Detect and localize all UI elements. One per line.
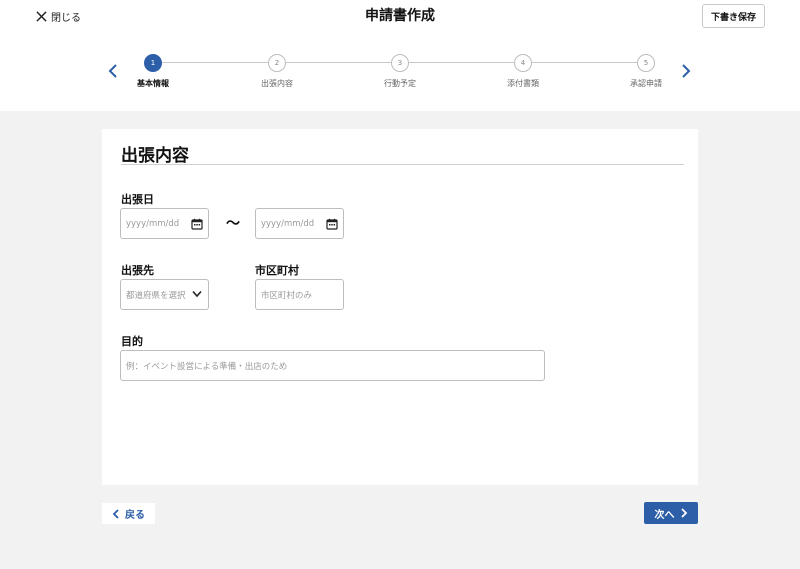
header: 閉じる 申請書作成 下書き保存 1 基本情報 2 出張内容 3 行動予定 4 添… xyxy=(0,0,800,111)
step-label: 出張内容 xyxy=(261,79,293,88)
page-title: 申請書作成 xyxy=(365,8,435,24)
date-range-separator: 〜 xyxy=(226,216,240,232)
step-label: 添付書類 xyxy=(507,79,539,88)
draft-save-button[interactable]: 下書き保存 xyxy=(702,4,765,28)
city-placeholder: 市区町村のみ xyxy=(261,290,313,301)
stepper-step-4[interactable]: 4 添付書類 xyxy=(483,54,563,89)
stepper-step-3[interactable]: 3 行動予定 xyxy=(360,54,440,89)
step-number: 1 xyxy=(144,54,162,72)
chevron-down-icon xyxy=(192,290,202,298)
back-button[interactable]: 戻る xyxy=(102,503,155,524)
trip-start-date-placeholder: yyyy/mm/dd xyxy=(126,218,180,229)
form-card: 出張内容 出張日 yyyy/mm/dd 〜 yyyy/mm/dd 出張先 都道府… xyxy=(102,129,698,485)
chevron-right-icon xyxy=(680,508,687,518)
trip-end-date-input[interactable]: yyyy/mm/dd xyxy=(255,208,344,239)
trip-end-date-placeholder: yyyy/mm/dd xyxy=(261,218,315,229)
stepper-step-5[interactable]: 5 承認申請 xyxy=(606,54,686,89)
step-label: 承認申請 xyxy=(630,79,662,88)
destination-select[interactable]: 都道府県を選択 xyxy=(120,279,209,310)
step-number: 3 xyxy=(391,54,409,72)
trip-date-label: 出張日 xyxy=(121,193,154,206)
back-label: 戻る xyxy=(125,510,145,521)
next-label: 次へ xyxy=(654,509,675,521)
section-divider xyxy=(121,164,684,165)
destination-placeholder: 都道府県を選択 xyxy=(126,290,186,301)
purpose-placeholder: 例：イベント設営による準備・出店のため xyxy=(126,361,288,372)
chevron-left-icon xyxy=(112,508,119,519)
purpose-label: 目的 xyxy=(121,335,143,348)
city-label: 市区町村 xyxy=(255,264,299,277)
destination-label: 出張先 xyxy=(121,264,154,277)
calendar-icon[interactable] xyxy=(326,218,338,230)
step-number: 5 xyxy=(637,54,655,72)
trip-start-date-input[interactable]: yyyy/mm/dd xyxy=(120,208,209,239)
stepper-step-1[interactable]: 1 基本情報 xyxy=(113,54,193,89)
city-input[interactable]: 市区町村のみ xyxy=(255,279,344,310)
step-number: 2 xyxy=(268,54,286,72)
next-button[interactable]: 次へ xyxy=(644,502,698,524)
calendar-icon[interactable] xyxy=(191,218,203,230)
step-label: 行動予定 xyxy=(384,79,416,88)
stepper-step-2[interactable]: 2 出張内容 xyxy=(237,54,317,89)
step-label: 基本情報 xyxy=(137,79,169,88)
purpose-input[interactable]: 例：イベント設営による準備・出店のため xyxy=(120,350,545,381)
section-title: 出張内容 xyxy=(121,146,189,166)
step-number: 4 xyxy=(514,54,532,72)
